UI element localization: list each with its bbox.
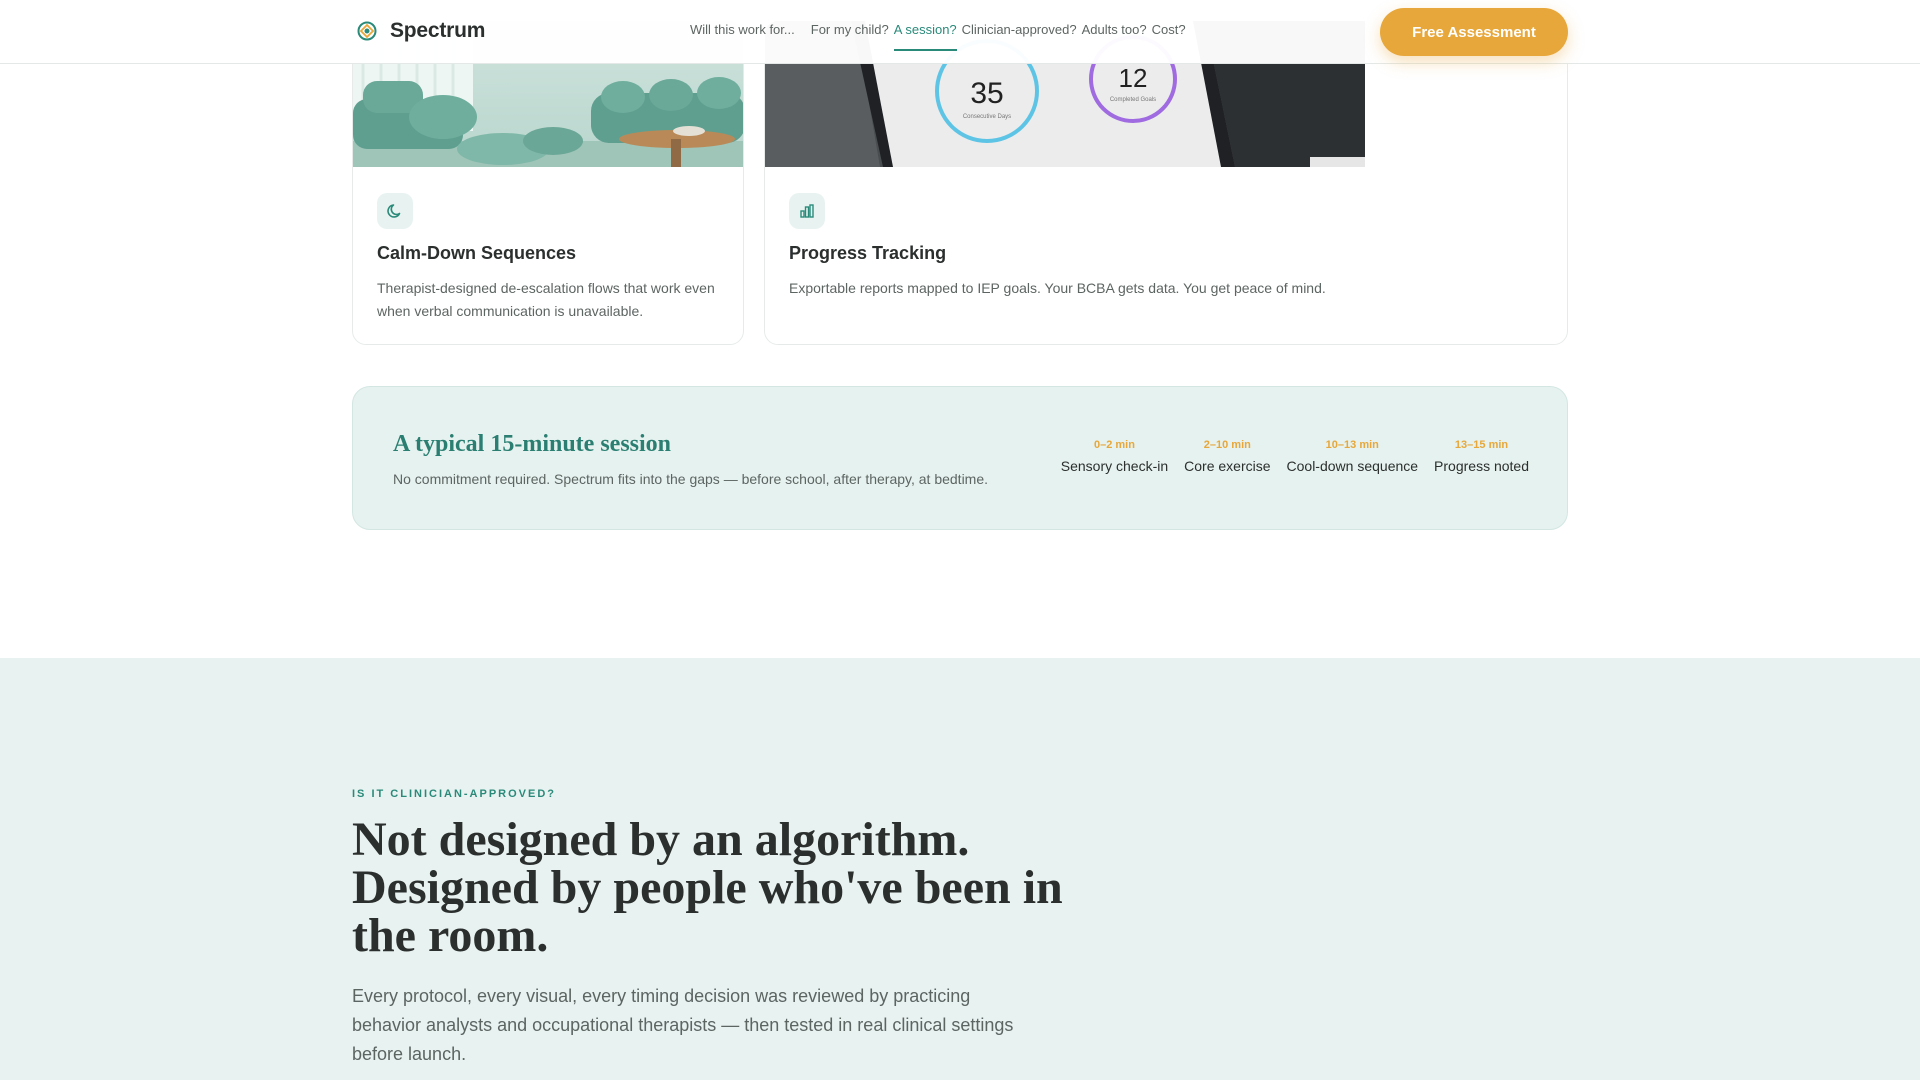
spectrum-logo-icon [357,21,377,41]
feature-title: Calm-Down Sequences [377,243,577,263]
brand-logo[interactable]: Spectrum [356,19,485,43]
feature-card-progress-tracking: 35 Consecutive Days 12 Completed Goals P… [764,20,1568,345]
feature-title: Progress Tracking [789,243,947,263]
brand-name: Spectrum [390,19,486,42]
feature-description: Therapist-designed de-escalation flows t… [377,280,715,319]
step-time: 2–10 min [1203,439,1251,451]
session-timeline: 0–2 min Sensory check-in 2–10 min Core e… [1061,439,1529,474]
step-label: Core exercise [1184,458,1271,474]
stat-consecutive-days-value: 35 [970,77,1003,110]
step-time: 0–2 min [1093,439,1135,451]
session-step: 2–10 min Core exercise [1184,439,1270,474]
session-step: 10–13 min Cool-down sequence [1287,439,1419,474]
step-label: Cool-down sequence [1286,458,1419,474]
moon-icon [377,193,413,229]
nav-item-clinician-approved[interactable]: Clinician-approved? [962,22,1077,37]
session-subtitle: No commitment required. Spectrum fits in… [393,471,989,487]
nav-item-cost[interactable]: Cost? [1152,22,1186,37]
step-label: Progress noted [1434,458,1529,474]
main-nav: Will this work for... For my child? A se… [690,22,1191,51]
nav-item-a-session[interactable]: A session? [893,22,957,51]
stat-completed-goals-value: 12 [1119,63,1148,93]
nav-item-for-my-child[interactable]: For my child? [811,22,889,37]
session-step: 0–2 min Sensory check-in [1061,439,1168,474]
feature-card-calm-down: Calm-Down Sequences Therapist-designed d… [352,20,744,345]
session-step: 13–15 min Progress noted [1434,439,1529,474]
step-time: 10–13 min [1325,439,1379,451]
typical-session-panel: A typical 15-minute session No commitmen… [352,386,1568,530]
step-label: Sensory check-in [1060,458,1169,474]
feature-description: Exportable reports mapped to IEP goals. … [789,280,1326,296]
step-time: 13–15 min [1454,439,1509,451]
nav-lead-text: Will this work for... [690,22,795,37]
section-headline: Not designed by an algorithm. Designed b… [352,813,1063,962]
section-eyebrow: IS IT CLINICIAN-APPROVED? [352,788,557,800]
clinician-approved-section: IS IT CLINICIAN-APPROVED? Not designed b… [0,658,1920,1080]
section-body: Every protocol, every visual, every timi… [352,986,1014,1064]
bar-chart-icon [789,193,825,229]
nav-item-adults-too[interactable]: Adults too? [1082,22,1147,37]
free-assessment-button[interactable]: Free Assessment [1380,8,1568,56]
site-header: Spectrum Will this work for... For my ch… [0,0,1920,64]
stat-completed-goals-caption: Completed Goals [1110,97,1156,103]
session-title: A typical 15-minute session [393,431,672,457]
stat-consecutive-days-caption: Consecutive Days [963,114,1011,120]
